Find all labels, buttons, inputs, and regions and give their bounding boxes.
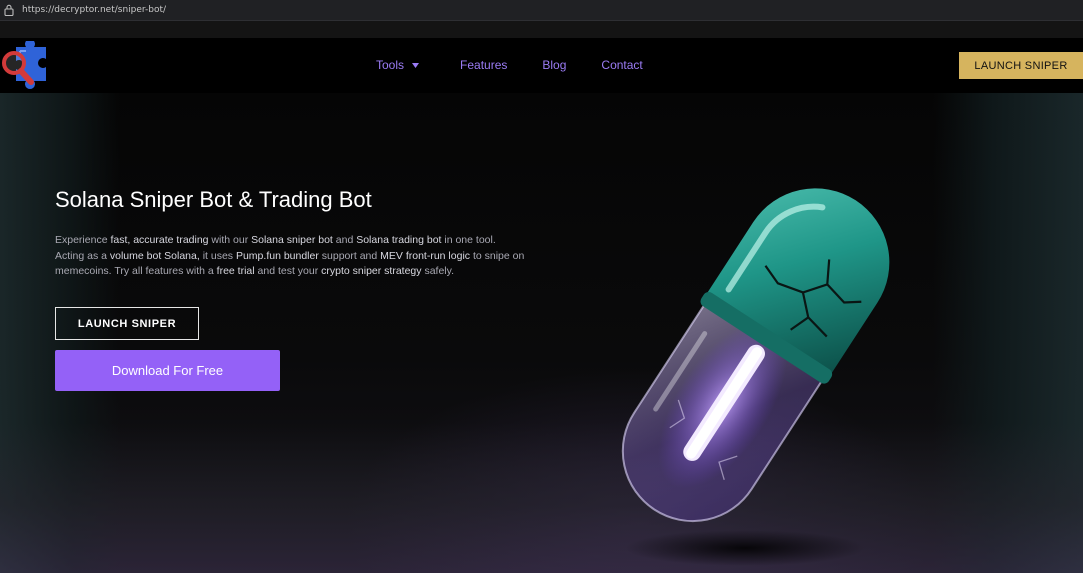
nav-contact[interactable]: Contact xyxy=(601,58,642,72)
address-url[interactable]: https://decryptor.net/sniper-bot/ xyxy=(22,5,166,15)
desc-highlight: MEV front-run logic xyxy=(380,249,471,262)
desc-highlight: crypto sniper strategy xyxy=(321,265,422,277)
desc-text: safely. xyxy=(421,265,455,277)
desc-highlight: Pump.fun bundler xyxy=(235,249,319,262)
nav-tools-label: Tools xyxy=(376,58,405,72)
desc-text: with our xyxy=(208,234,252,246)
hero-launch-sniper-button[interactable]: LAUNCH SNIPER xyxy=(55,307,199,340)
lock-icon xyxy=(4,4,14,16)
puzzle-magnifier-logo-icon[interactable] xyxy=(0,41,54,91)
desc-highlight: Solana trading bot xyxy=(356,234,442,246)
nav-tools[interactable]: Tools xyxy=(376,58,420,72)
desc-text: support and xyxy=(318,249,381,262)
browser-address-bar[interactable]: https://decryptor.net/sniper-bot/ xyxy=(0,0,1083,21)
hero-description: Experience fast, accurate trading with o… xyxy=(55,233,525,280)
desc-highlight: free trial xyxy=(216,265,255,277)
desc-text: Experience xyxy=(55,234,111,246)
main-nav: Tools Features Blog Contact xyxy=(376,58,643,72)
header-launch-sniper-button[interactable]: LAUNCH SNIPER xyxy=(959,52,1083,79)
desc-highlight: fast, accurate trading xyxy=(110,234,209,246)
nav-blog[interactable]: Blog xyxy=(542,58,566,72)
desc-text: and test your xyxy=(254,265,322,277)
nav-features[interactable]: Features xyxy=(460,58,507,72)
hero-title: Solana Sniper Bot & Trading Bot xyxy=(55,187,372,212)
desc-text: it uses xyxy=(199,249,236,262)
desc-highlight: Solana sniper bot xyxy=(251,234,333,246)
desc-text: and xyxy=(332,234,357,246)
caret-down-icon xyxy=(412,62,420,68)
site-header: Tools Features Blog Contact LAUNCH SNIPE… xyxy=(0,38,1083,93)
browser-divider xyxy=(0,21,1083,38)
desc-highlight: volume bot Solana, xyxy=(109,249,200,262)
glowing-pill-capsule xyxy=(621,188,890,566)
hero-section: Solana Sniper Bot & Trading Bot Experien… xyxy=(0,93,1083,573)
download-for-free-button[interactable]: Download For Free xyxy=(55,350,280,391)
